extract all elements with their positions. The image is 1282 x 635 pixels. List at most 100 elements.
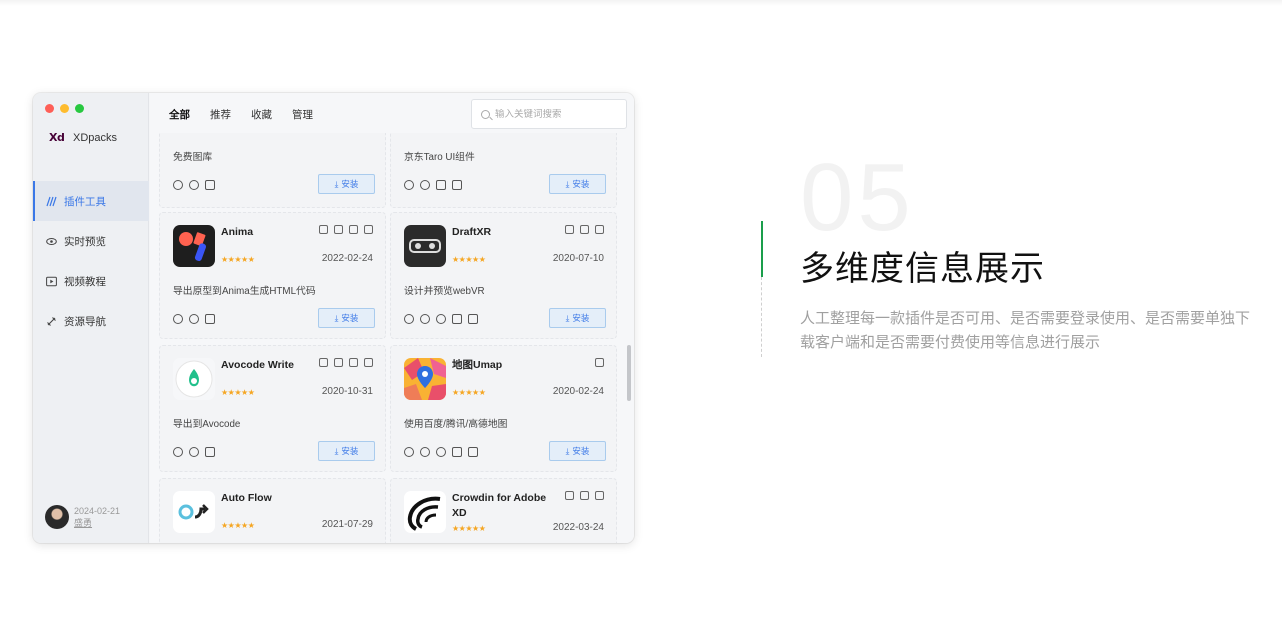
app-window: Xd XDpacks 插件工具 实时预览 视频教程 资源导航 2024-02-2… — [33, 93, 634, 543]
search-input[interactable] — [495, 108, 615, 120]
plugin-description: 导出到Avocode — [173, 419, 241, 430]
sidebar-item-videos[interactable]: 视频教程 — [33, 261, 149, 301]
info-icon[interactable] — [189, 447, 199, 457]
sidebar-item-label: 实时预览 — [64, 235, 106, 248]
install-button[interactable]: ⤓ 安装 — [318, 441, 375, 461]
plugin-description: 导出原型到Anima生成HTML代码 — [173, 286, 316, 297]
plugin-card[interactable]: Crowdin for Adobe XD ★★★★★ 2022-03-24 — [390, 478, 617, 543]
document-icon[interactable] — [436, 180, 446, 190]
info-icon[interactable] — [189, 180, 199, 190]
info-icon[interactable] — [420, 447, 430, 457]
link-icon[interactable] — [205, 314, 215, 324]
link-icon[interactable] — [205, 447, 215, 457]
download-icon: ⤓ — [334, 312, 339, 323]
sidebar-item-preview[interactable]: 实时预览 — [33, 221, 149, 261]
feature-description: 人工整理每一款插件是否可用、是否需要登录使用、是否需要单独下载客户端和是否需要付… — [800, 310, 1251, 351]
plugin-card[interactable]: Anima ★★★★★ 2022-02-24 导出原型到Anima生成HTML代… — [159, 212, 386, 339]
grid-icon — [595, 358, 604, 367]
plugin-meta — [319, 358, 373, 367]
plugin-actions — [404, 180, 462, 190]
plugin-date: 2020-02-24 — [552, 386, 604, 397]
install-button[interactable]: ⤓ 安装 — [549, 308, 606, 328]
link-icon[interactable] — [468, 314, 478, 324]
info-icon[interactable] — [420, 180, 430, 190]
draftxr-logo — [404, 225, 446, 267]
document-icon[interactable] — [452, 314, 462, 324]
play-icon[interactable] — [436, 314, 446, 324]
plugin-card[interactable]: Auto Flow ★★★★★ 2021-07-29 — [159, 478, 386, 543]
navigation-icon — [565, 491, 574, 500]
video-icon — [46, 276, 57, 287]
plugin-meta — [595, 358, 604, 367]
user-icon — [595, 491, 604, 500]
grid-icon — [334, 358, 343, 367]
rating-stars: ★★★★★ — [452, 524, 486, 533]
plugin-card[interactable]: Avocode Write ★★★★★ 2020-10-31 导出到Avocod… — [159, 345, 386, 472]
plugin-card[interactable]: 免费图库 ⤓ 安装 — [159, 133, 386, 208]
document-icon[interactable] — [452, 447, 462, 457]
favorite-icon[interactable] — [173, 314, 183, 324]
scrollbar[interactable] — [627, 345, 631, 401]
search-box[interactable] — [471, 99, 627, 129]
user-icon — [364, 358, 373, 367]
avocode-logo — [173, 358, 215, 400]
favorite-icon[interactable] — [404, 180, 414, 190]
search-icon — [481, 109, 490, 119]
install-button[interactable]: ⤓ 安装 — [549, 174, 606, 194]
xd-logo-icon: Xd — [49, 131, 65, 144]
user-icon — [595, 225, 604, 234]
link-icon[interactable] — [468, 447, 478, 457]
download-icon: ⤓ — [334, 178, 339, 189]
tab-manage[interactable]: 管理 — [292, 107, 313, 122]
favorite-icon[interactable] — [404, 314, 414, 324]
install-button[interactable]: ⤓ 安装 — [318, 308, 375, 328]
plugin-description: 设计并预览webVR — [404, 286, 485, 297]
download-icon: ⤓ — [565, 445, 570, 456]
link-icon[interactable] — [205, 180, 215, 190]
install-button[interactable]: ⤓ 安装 — [318, 174, 375, 194]
navigation-icon — [319, 358, 328, 367]
top-shadow — [0, 0, 1282, 6]
download-icon: ⤓ — [565, 312, 570, 323]
feature-title: 多维度信息展示 — [800, 249, 1045, 289]
plugin-card[interactable]: 地图Umap ★★★★★ 2020-02-24 使用百度/腾讯/高德地图 ⤓ 安… — [390, 345, 617, 472]
navigation-icon — [565, 225, 574, 234]
minimize-window-button[interactable] — [60, 104, 69, 113]
favorite-icon[interactable] — [173, 180, 183, 190]
sidebar-item-resources[interactable]: 资源导航 — [33, 301, 149, 341]
tab-recommended[interactable]: 推荐 — [210, 107, 231, 122]
sidebar-item-plugins[interactable]: 插件工具 — [33, 181, 149, 221]
plugin-date: 2021-07-29 — [321, 519, 373, 530]
plugin-name: Anima — [221, 226, 254, 238]
tab-favorites[interactable]: 收藏 — [251, 107, 272, 122]
rating-stars: ★★★★★ — [452, 388, 486, 397]
user-profile[interactable]: 2024-02-21 盛勇 — [45, 505, 120, 529]
user-name[interactable]: 盛勇 — [74, 517, 120, 529]
info-icon[interactable] — [420, 314, 430, 324]
download-icon: ⤓ — [334, 445, 339, 456]
plugin-actions — [404, 314, 478, 324]
close-window-button[interactable] — [45, 104, 54, 113]
info-icon[interactable] — [189, 314, 199, 324]
plugin-actions — [173, 180, 215, 190]
favorite-icon[interactable] — [404, 447, 414, 457]
window-controls — [45, 104, 84, 113]
plugin-actions — [173, 447, 215, 457]
favorite-icon[interactable] — [173, 447, 183, 457]
install-button[interactable]: ⤓ 安装 — [549, 441, 606, 461]
sidebar-item-label: 视频教程 — [64, 275, 106, 288]
plugin-date: 2020-07-10 — [552, 253, 604, 264]
link-icon[interactable] — [452, 180, 462, 190]
plugin-card[interactable]: 京东Taro UI组件 ⤓ 安装 — [390, 133, 617, 208]
main-panel: 全部 推荐 收藏 管理 免费图库 ⤓ 安装 — [150, 93, 634, 543]
plugin-name: DraftXR — [452, 226, 492, 238]
maximize-window-button[interactable] — [75, 104, 84, 113]
play-icon[interactable] — [436, 447, 446, 457]
plugin-description: 京东Taro UI组件 — [404, 152, 475, 163]
plugin-name: Avocode Write — [221, 359, 294, 371]
plugin-card[interactable]: DraftXR ★★★★★ 2020-07-10 设计并预览webVR ⤓ 安装 — [390, 212, 617, 339]
plugin-description: 使用百度/腾讯/高德地图 — [404, 419, 508, 430]
dashed-divider — [761, 277, 762, 357]
tab-all[interactable]: 全部 — [169, 107, 190, 122]
crowdin-logo — [404, 491, 446, 533]
